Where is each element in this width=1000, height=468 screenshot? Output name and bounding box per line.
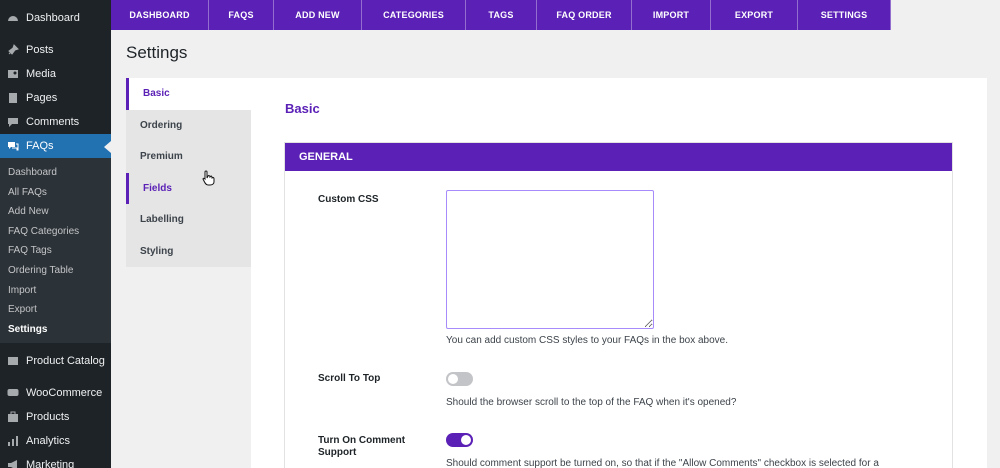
media-icon	[6, 67, 20, 81]
menu-item-label: WooCommerce	[26, 387, 103, 400]
settings-panel: Basic GENERAL Custom CSS You can add cus…	[251, 78, 987, 468]
menu-item-label: Posts	[26, 44, 54, 56]
plugin-top-nav: DASHBOARD FAQS ADD NEW CATEGORIES TAGS F…	[111, 0, 891, 30]
menu-item-comments[interactable]: Comments	[0, 110, 111, 134]
submenu-item-add-new[interactable]: Add New	[0, 202, 111, 222]
menu-item-label: Pages	[26, 92, 58, 104]
settings-tab-fields[interactable]: Fields	[126, 172, 251, 204]
tab-tags[interactable]: TAGS	[466, 0, 537, 30]
custom-css-description: You can add custom CSS styles to your FA…	[446, 335, 729, 346]
menu-item-dashboard[interactable]: Dashboard	[0, 6, 111, 30]
custom-css-label: Custom CSS	[318, 194, 379, 205]
topbar-spacer	[891, 0, 1000, 30]
menu-item-faqs[interactable]: FAQs	[0, 134, 111, 158]
menu-item-label: Dashboard	[26, 12, 80, 24]
tab-add-new[interactable]: ADD NEW	[274, 0, 362, 30]
scroll-to-top-toggle[interactable]	[446, 372, 473, 386]
settings-tab-styling[interactable]: Styling	[126, 236, 251, 268]
menu-item-media[interactable]: Media	[0, 62, 111, 86]
comment-support-description: Should comment support be turned on, so …	[446, 458, 879, 468]
panel-heading: Basic	[285, 101, 320, 116]
tab-import[interactable]: IMPORT	[632, 0, 711, 30]
submenu-item-faq-categories[interactable]: FAQ Categories	[0, 222, 111, 242]
submenu-item-dashboard[interactable]: Dashboard	[0, 163, 111, 183]
settings-tab-basic[interactable]: Basic	[126, 78, 251, 110]
menu-item-label: Comments	[26, 116, 80, 128]
settings-tab-ordering[interactable]: Ordering	[126, 110, 251, 142]
scroll-to-top-description: Should the browser scroll to the top of …	[446, 397, 737, 408]
settings-tab-labelling[interactable]: Labelling	[126, 204, 251, 236]
menu-item-pages[interactable]: Pages	[0, 86, 111, 110]
woocommerce-icon	[6, 386, 20, 400]
menu-item-label: Products	[26, 411, 70, 424]
catalog-icon	[6, 354, 20, 368]
comment-support-toggle[interactable]	[446, 433, 473, 447]
general-section: GENERAL Custom CSS You can add custom CS…	[284, 142, 953, 468]
hand-pointer-icon	[202, 170, 216, 186]
menu-item-posts[interactable]: Posts	[0, 38, 111, 62]
tab-settings[interactable]: SETTINGS	[798, 0, 891, 30]
admin-sidebar: Dashboard Posts Media Pages Comments FAQ…	[0, 0, 111, 468]
dashboard-icon	[6, 11, 20, 25]
submenu-item-ordering-table[interactable]: Ordering Table	[0, 261, 111, 281]
submenu-item-faq-tags[interactable]: FAQ Tags	[0, 241, 111, 261]
products-icon	[6, 410, 20, 424]
menu-item-label: Analytics	[26, 435, 71, 448]
custom-css-textarea[interactable]	[446, 190, 654, 329]
settings-tab-premium[interactable]: Premium	[126, 141, 251, 173]
tab-dashboard[interactable]: DASHBOARD	[111, 0, 209, 30]
toggle-knob	[448, 374, 458, 384]
menu-item-product-catalog[interactable]: Product Catalog	[0, 349, 111, 373]
menu-item-analytics[interactable]: Analytics	[0, 429, 111, 453]
menu-item-products[interactable]: Products	[0, 405, 111, 429]
menu-item-label: Marketing	[26, 459, 75, 468]
faqs-submenu: Dashboard All FAQs Add New FAQ Categorie…	[0, 158, 111, 344]
faqs-icon	[6, 139, 20, 153]
settings-tabs: Basic Ordering Premium Fields Labelling …	[126, 78, 251, 267]
menu-item-label: FAQs	[26, 140, 54, 152]
scroll-to-top-label: Scroll To Top	[318, 373, 381, 384]
pin-icon	[6, 43, 20, 57]
submenu-item-all-faqs[interactable]: All FAQs	[0, 183, 111, 203]
pages-icon	[6, 91, 20, 105]
marketing-icon	[6, 458, 20, 468]
page-title: Settings	[126, 43, 188, 62]
tab-export[interactable]: EXPORT	[711, 0, 798, 30]
section-header: GENERAL	[285, 143, 952, 171]
tab-categories[interactable]: CATEGORIES	[362, 0, 466, 30]
comment-support-label: Turn On Comment Support	[318, 435, 406, 458]
submenu-item-settings[interactable]: Settings	[0, 320, 111, 340]
tab-faqs[interactable]: FAQS	[209, 0, 274, 30]
submenu-item-import[interactable]: Import	[0, 281, 111, 301]
toggle-knob	[461, 435, 471, 445]
analytics-icon	[6, 434, 20, 448]
tab-faq-order[interactable]: FAQ ORDER	[537, 0, 632, 30]
comments-icon	[6, 115, 20, 129]
menu-item-woocommerce[interactable]: WooCommerce	[0, 381, 111, 405]
menu-item-marketing[interactable]: Marketing	[0, 453, 111, 468]
menu-item-label: Media	[26, 68, 56, 80]
menu-item-label: Product Catalog	[26, 355, 105, 368]
submenu-item-export[interactable]: Export	[0, 300, 111, 320]
